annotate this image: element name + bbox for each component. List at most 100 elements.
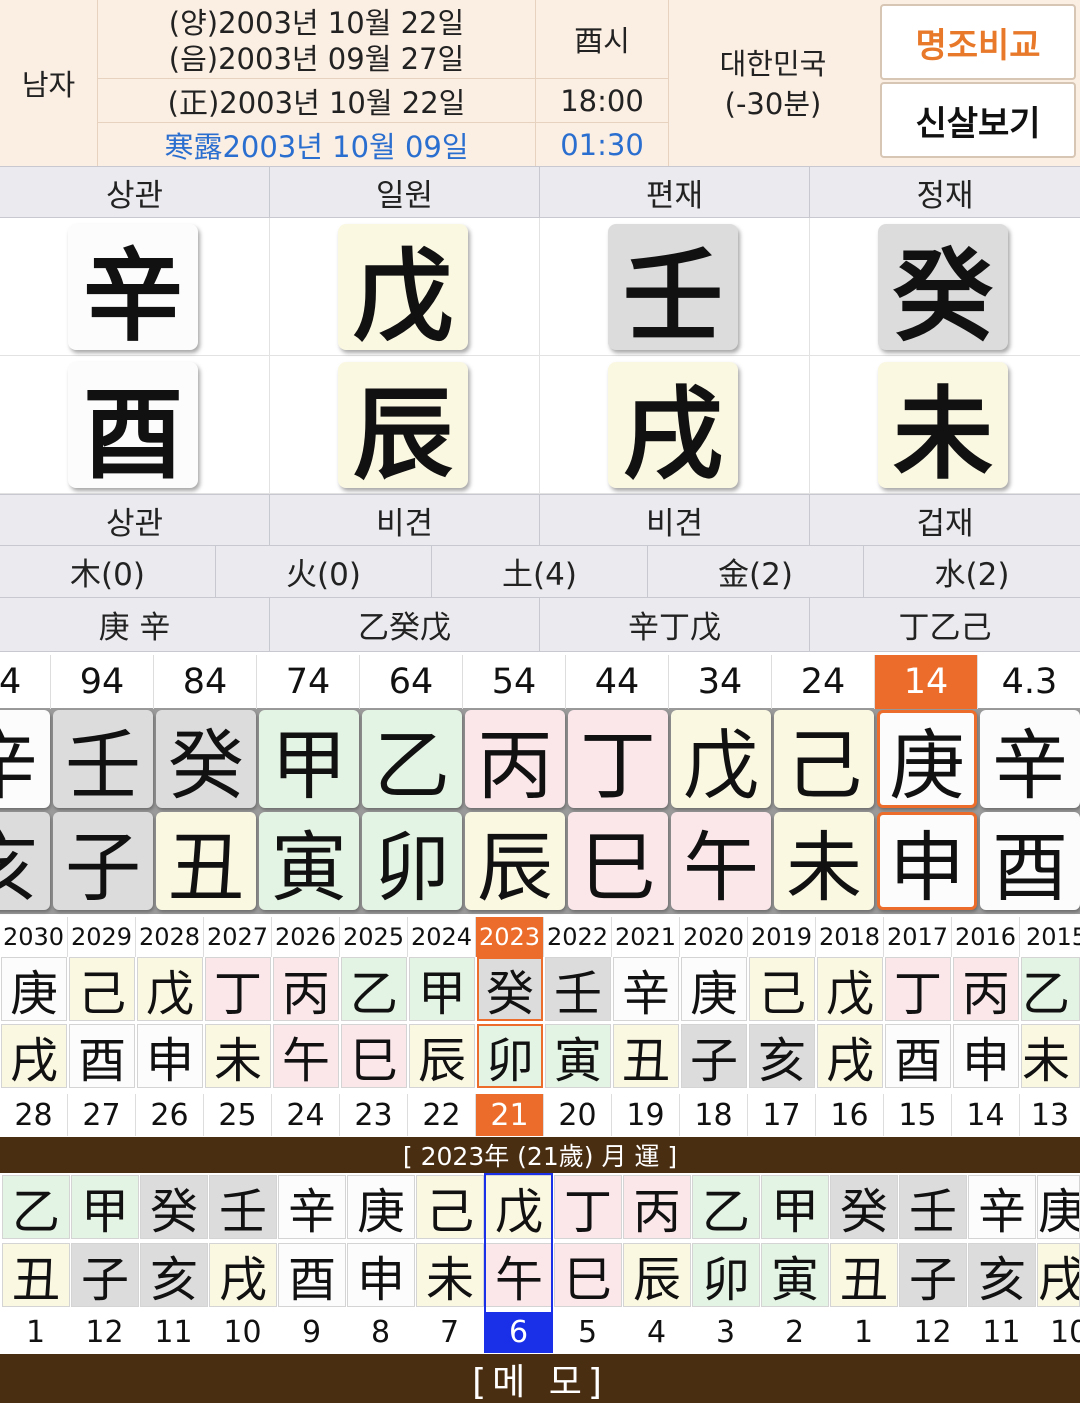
daeun-age[interactable]: 24: [772, 655, 875, 709]
year-age[interactable]: 18: [680, 1094, 748, 1136]
year-stem[interactable]: 乙: [1021, 957, 1080, 1021]
month-number[interactable]: 1: [1, 1312, 70, 1352]
year-age[interactable]: 28: [0, 1094, 68, 1136]
year-stem[interactable]: 丁: [205, 957, 271, 1021]
daeun-age-selected[interactable]: 14: [875, 655, 978, 709]
year-age[interactable]: 19: [612, 1094, 680, 1136]
year-branch[interactable]: 未: [1021, 1024, 1080, 1088]
month-number[interactable]: 12: [70, 1312, 139, 1352]
year-label[interactable]: 2017: [884, 917, 952, 957]
year-label[interactable]: 2029: [68, 917, 136, 957]
daeun-branch[interactable]: 亥: [0, 812, 50, 910]
year-branch[interactable]: 未: [205, 1024, 271, 1088]
stem-tile[interactable]: 壬: [608, 224, 738, 355]
year-stem[interactable]: 庚: [681, 957, 747, 1021]
daeun-branch[interactable]: 辰: [465, 812, 565, 910]
year-age[interactable]: 25: [204, 1094, 272, 1136]
month-stem[interactable]: 辛: [278, 1175, 346, 1239]
daeun-branch[interactable]: 午: [671, 812, 771, 910]
month-stem[interactable]: 壬: [899, 1175, 967, 1239]
daeun-branch[interactable]: 酉: [980, 812, 1080, 910]
year-label[interactable]: 2015: [1020, 917, 1080, 957]
month-branch[interactable]: 寅: [761, 1243, 829, 1307]
view-shinsal-button[interactable]: 신살보기: [880, 82, 1076, 158]
year-label[interactable]: 2022: [544, 917, 612, 957]
daeun-branch[interactable]: 巳: [568, 812, 668, 910]
month-number[interactable]: 9: [277, 1312, 346, 1352]
month-number[interactable]: 11: [967, 1312, 1036, 1352]
month-number[interactable]: 12: [898, 1312, 967, 1352]
year-branch[interactable]: 子: [681, 1024, 747, 1088]
year-age[interactable]: 24: [272, 1094, 340, 1136]
month-stem[interactable]: 己: [416, 1175, 484, 1239]
daeun-stem[interactable]: 丁: [568, 710, 668, 808]
year-stem[interactable]: 丙: [953, 957, 1019, 1021]
compare-charts-button[interactable]: 명조비교: [880, 4, 1076, 80]
year-label[interactable]: 2020: [680, 917, 748, 957]
daeun-stem[interactable]: 辛: [980, 710, 1080, 808]
year-branch[interactable]: 丑: [613, 1024, 679, 1088]
month-branch[interactable]: 亥: [968, 1243, 1036, 1307]
month-stem[interactable]: 丁: [554, 1175, 622, 1239]
year-label[interactable]: 2019: [748, 917, 816, 957]
year-branch[interactable]: 戌: [1, 1024, 67, 1088]
month-number[interactable]: 8: [346, 1312, 415, 1352]
month-stem[interactable]: 乙: [2, 1175, 70, 1239]
year-label-selected[interactable]: 2023: [476, 917, 544, 957]
year-stem[interactable]: 丙: [273, 957, 339, 1021]
daeun-age[interactable]: 54: [463, 655, 566, 709]
month-branch[interactable]: 子: [71, 1243, 139, 1307]
year-branch[interactable]: 巳: [341, 1024, 407, 1088]
month-branch[interactable]: 丑: [2, 1243, 70, 1307]
year-stem[interactable]: 辛: [613, 957, 679, 1021]
month-stem[interactable]: 庚: [347, 1175, 415, 1239]
year-stem-selected[interactable]: 癸: [477, 957, 543, 1021]
memo-button[interactable]: [메 모]: [0, 1354, 1080, 1403]
month-branch[interactable]: 巳: [554, 1243, 622, 1307]
month-branch[interactable]: 辰: [623, 1243, 691, 1307]
daeun-stem[interactable]: 戊: [671, 710, 771, 808]
year-stem[interactable]: 戊: [137, 957, 203, 1021]
year-age[interactable]: 15: [884, 1094, 952, 1136]
year-age[interactable]: 27: [68, 1094, 136, 1136]
year-age[interactable]: 13: [1020, 1094, 1080, 1136]
year-stem[interactable]: 丁: [885, 957, 951, 1021]
month-number-selected[interactable]: 6: [484, 1312, 553, 1352]
stem-tile[interactable]: 癸: [878, 224, 1008, 355]
month-branch[interactable]: 戌: [1037, 1243, 1080, 1307]
daeun-stem[interactable]: 辛: [0, 710, 50, 808]
daeun-stem[interactable]: 癸: [156, 710, 256, 808]
month-branch[interactable]: 申: [347, 1243, 415, 1307]
month-number[interactable]: 5: [553, 1312, 622, 1352]
branch-tile[interactable]: 戌: [608, 362, 738, 493]
daeun-stem[interactable]: 乙: [362, 710, 462, 808]
year-branch[interactable]: 亥: [749, 1024, 815, 1088]
year-branch[interactable]: 寅: [545, 1024, 611, 1088]
month-number[interactable]: 2: [760, 1312, 829, 1352]
year-age-selected[interactable]: 21: [476, 1094, 544, 1136]
branch-tile[interactable]: 酉: [68, 362, 198, 493]
year-age[interactable]: 14: [952, 1094, 1020, 1136]
daeun-age[interactable]: 34: [669, 655, 772, 709]
year-stem[interactable]: 乙: [341, 957, 407, 1021]
year-branch[interactable]: 酉: [885, 1024, 951, 1088]
year-label[interactable]: 2021: [612, 917, 680, 957]
year-stem[interactable]: 己: [69, 957, 135, 1021]
year-age[interactable]: 22: [408, 1094, 476, 1136]
year-label[interactable]: 2024: [408, 917, 476, 957]
daeun-age[interactable]: 94: [51, 655, 154, 709]
year-stem[interactable]: 壬: [545, 957, 611, 1021]
year-label[interactable]: 2027: [204, 917, 272, 957]
month-stem[interactable]: 癸: [140, 1175, 208, 1239]
month-number[interactable]: 10: [208, 1312, 277, 1352]
month-number[interactable]: 10: [1036, 1312, 1080, 1352]
year-age[interactable]: 23: [340, 1094, 408, 1136]
daeun-stem[interactable]: 甲: [259, 710, 359, 808]
daeun-age[interactable]: 44: [566, 655, 669, 709]
month-branch[interactable]: 卯: [692, 1243, 760, 1307]
month-stem[interactable]: 乙: [692, 1175, 760, 1239]
year-age[interactable]: 16: [816, 1094, 884, 1136]
daeun-stem[interactable]: 己: [774, 710, 874, 808]
month-branch[interactable]: 酉: [278, 1243, 346, 1307]
year-stem[interactable]: 甲: [409, 957, 475, 1021]
